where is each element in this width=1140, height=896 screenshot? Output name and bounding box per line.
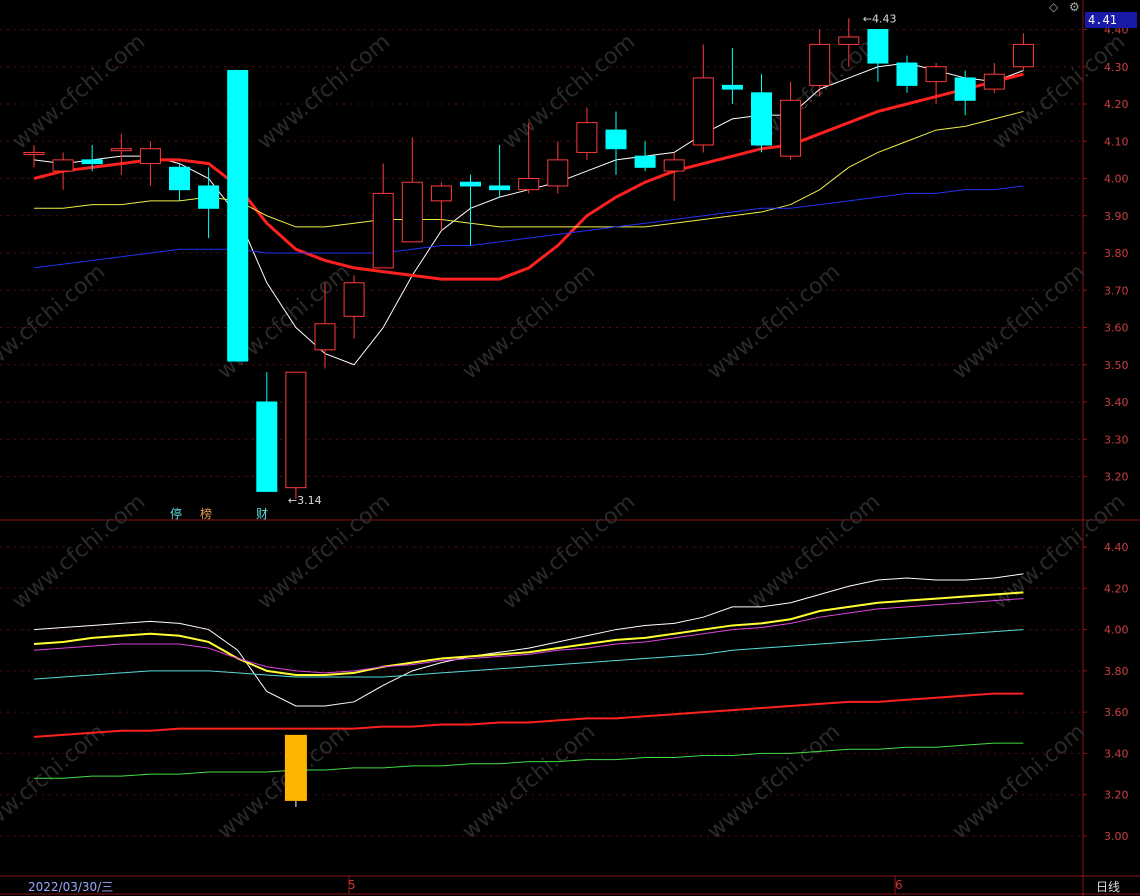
candle-body <box>23 151 45 155</box>
sub-tick-label: 3.60 <box>1104 706 1129 719</box>
candle-body <box>547 159 569 187</box>
candle-body <box>1012 43 1034 68</box>
main-tick-label: 3.80 <box>1104 247 1129 260</box>
candle-body <box>343 282 365 317</box>
current-price-label: 4.41 <box>1085 12 1137 28</box>
candle-body <box>518 178 540 191</box>
candle-body <box>314 323 336 351</box>
watermark: www.cfchi.com <box>253 29 395 154</box>
watermark: www.cfchi.com <box>703 259 845 384</box>
sub-tick-label: 4.00 <box>1104 624 1129 637</box>
main-tick-label: 3.20 <box>1104 471 1129 484</box>
watermark: www.cfchi.com <box>458 719 600 844</box>
candle-body <box>634 155 656 168</box>
sub-indicator-line <box>33 692 1024 738</box>
sub-tick-label: 3.40 <box>1104 747 1129 760</box>
main-tick-label: 3.30 <box>1104 433 1129 446</box>
candle-body <box>576 122 598 153</box>
sub-tick-label: 4.20 <box>1104 582 1129 595</box>
sub-tick-label: 3.80 <box>1104 665 1129 678</box>
watermark: www.cfchi.com <box>0 259 110 384</box>
candle-body <box>285 371 307 489</box>
main-tick-label: 3.60 <box>1104 322 1129 335</box>
signal-marker <box>284 734 307 801</box>
gear-icon[interactable]: ⚙ <box>1069 0 1080 14</box>
low-annotation: ←3.14 <box>288 494 322 507</box>
candle-body <box>489 185 511 191</box>
candle-body <box>663 159 685 172</box>
diamond-icon[interactable]: ◇ <box>1049 0 1058 14</box>
watermark: www.cfchi.com <box>213 719 355 844</box>
candle-body <box>372 192 394 269</box>
candle-body <box>721 84 743 90</box>
candle-body <box>227 69 249 362</box>
sub-tick-label: 3.20 <box>1104 789 1129 802</box>
month-label-5: 5 <box>348 878 356 892</box>
candle-body <box>692 77 714 146</box>
main-tick-label: 3.70 <box>1104 284 1129 297</box>
tag-rank[interactable]: 榜 <box>200 505 212 522</box>
candle-body <box>751 92 772 146</box>
candle-body <box>401 181 423 243</box>
candle-body <box>925 66 947 83</box>
candle-body <box>605 129 627 150</box>
candle-body <box>256 401 278 492</box>
watermark: www.cfchi.com <box>8 489 150 614</box>
period-label: 日线 <box>1096 880 1121 894</box>
sub-tick-label: 3.00 <box>1104 830 1129 843</box>
main-tick-label: 3.40 <box>1104 396 1129 409</box>
main-tick-label: 4.20 <box>1104 98 1129 111</box>
candle-body <box>52 159 74 172</box>
candle-body <box>460 181 481 187</box>
candle-body <box>198 185 220 209</box>
candle-body <box>81 159 103 165</box>
high-annotation: ←4.43 <box>863 12 897 25</box>
tag-stop[interactable]: 停 <box>170 505 182 522</box>
tag-finance[interactable]: 财 <box>256 505 268 522</box>
candle-body <box>809 43 831 86</box>
candle-body <box>780 99 802 157</box>
watermark: www.cfchi.com <box>253 489 395 614</box>
candle-body <box>169 166 190 191</box>
candle-body <box>954 77 976 101</box>
watermark: www.cfchi.com <box>703 719 845 844</box>
main-tick-label: 3.50 <box>1104 359 1129 372</box>
watermark: www.cfchi.com <box>948 719 1090 844</box>
sub-tick-label: 4.40 <box>1104 541 1129 554</box>
watermark: www.cfchi.com <box>8 29 150 154</box>
sub-indicator-line <box>33 591 1024 676</box>
candle-body <box>838 36 860 45</box>
main-tick-label: 4.10 <box>1104 135 1129 148</box>
main-tick-label: 3.90 <box>1104 210 1129 223</box>
start-date-label: 2022/03/30/三 <box>28 880 114 894</box>
candle-body <box>430 185 452 202</box>
candle-body <box>896 62 918 86</box>
watermark: www.cfchi.com <box>0 719 110 844</box>
watermark: www.cfchi.com <box>948 259 1090 384</box>
month-label-6: 6 <box>895 878 903 892</box>
candle-body <box>110 148 132 152</box>
candle-body <box>139 148 161 165</box>
watermark: www.cfchi.com <box>498 489 640 614</box>
main-tick-label: 4.00 <box>1104 173 1129 186</box>
candle-body <box>983 73 1005 90</box>
chart-canvas: 4.404.304.204.104.003.903.803.703.603.50… <box>0 0 1140 896</box>
candle-body <box>867 29 889 64</box>
